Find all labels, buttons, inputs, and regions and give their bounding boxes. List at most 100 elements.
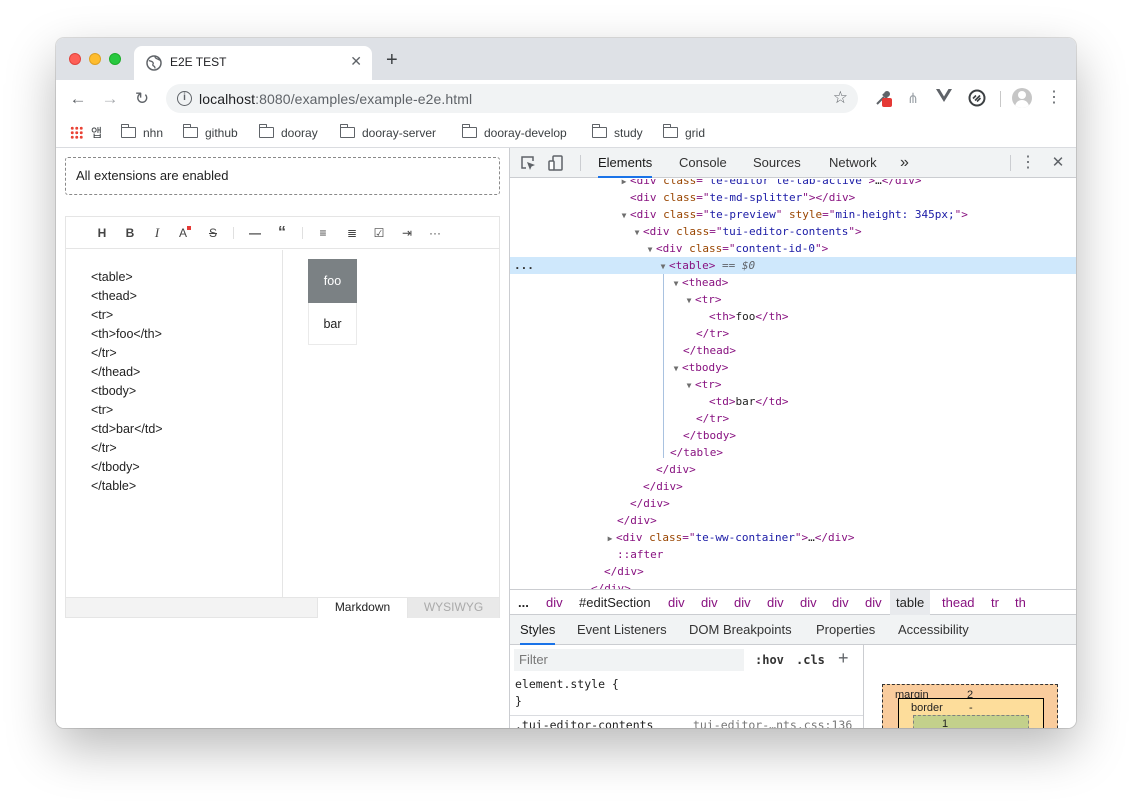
extension-tree-icon[interactable]: ⋔ (904, 89, 922, 107)
dom-node[interactable]: ▶ <div class="te-editor te-tab-active">…<… (510, 179, 1076, 189)
bookmark-grid[interactable]: grid (662, 123, 705, 143)
extension-vue-icon[interactable] (935, 89, 953, 107)
breadcrumb-item-active[interactable]: table (890, 590, 931, 615)
site-info-icon[interactable]: i (177, 91, 192, 106)
bookmark-nhn[interactable]: nhn (120, 123, 163, 143)
bookmark-apps[interactable]: 앱 (70, 123, 102, 143)
wysiwyg-mode-tab[interactable]: WYSIWYG (408, 598, 499, 618)
tab-event-listeners[interactable]: Event Listeners (577, 615, 667, 645)
breadcrumb-item[interactable]: #editSection (579, 590, 651, 615)
dom-node[interactable]: ▼ <thead> (510, 274, 1076, 291)
dom-node[interactable]: </tr> (510, 325, 1076, 342)
bookmark-star-icon[interactable]: ☆ (833, 88, 848, 108)
dom-node[interactable]: ▼ <div class="tui-editor-contents"> (510, 223, 1076, 240)
bullet-list-button[interactable]: ≡ (314, 224, 332, 242)
element-style-selector[interactable]: element.style { (515, 677, 619, 691)
reload-icon[interactable]: ↻ (131, 88, 153, 110)
breadcrumb-item[interactable]: thead (942, 590, 975, 615)
dom-node[interactable]: ▶ <div class="te-ww-container">…</div> (510, 529, 1076, 546)
profile-avatar[interactable] (1012, 88, 1032, 108)
breadcrumb-item[interactable]: div (546, 590, 563, 615)
dom-node[interactable]: ▼ <tr> (510, 376, 1076, 393)
close-devtools-icon[interactable]: ✕ (1050, 155, 1066, 171)
dom-node[interactable]: </div> (510, 580, 1076, 589)
extension-circle-icon[interactable] (968, 89, 986, 107)
dom-node[interactable]: ▼ <tbody> (510, 359, 1076, 376)
hov-toggle[interactable]: :hov (755, 653, 784, 667)
dom-node[interactable]: </div> (510, 461, 1076, 478)
markdown-pane[interactable]: <table> <thead> <tr> <th>foo</th> </tr> … (66, 250, 283, 597)
dom-node[interactable]: ▼ <div class="content-id-0"> (510, 240, 1076, 257)
tab-sources[interactable]: Sources (753, 148, 801, 178)
tab-elements[interactable]: Elements (598, 148, 653, 178)
breadcrumb-item[interactable]: div (701, 590, 718, 615)
italic-button[interactable]: I (148, 224, 166, 242)
extension-dropper-icon[interactable] (874, 89, 892, 107)
breadcrumb-item[interactable]: div (832, 590, 849, 615)
more-tabs-button[interactable]: » (900, 148, 909, 178)
maximize-window-button[interactable] (109, 53, 121, 65)
breadcrumb-ellipsis[interactable]: ... (518, 590, 529, 615)
dom-node[interactable]: </tbody> (510, 427, 1076, 444)
new-tab-button[interactable]: + (386, 50, 398, 70)
bookmark-github[interactable]: github (182, 123, 238, 143)
breadcrumb-item[interactable]: div (668, 590, 685, 615)
task-list-button[interactable]: ☑ (370, 224, 388, 242)
dom-node[interactable]: </div> (510, 563, 1076, 580)
devtools-menu-icon[interactable]: ⋮ (1020, 155, 1036, 171)
padding-top-value[interactable]: 1 (942, 718, 948, 728)
more-button[interactable]: ··· (426, 224, 444, 242)
dom-node[interactable]: <th>foo</th> (510, 308, 1076, 325)
rule-source-link[interactable]: tui-editor-…nts.css:136 (693, 718, 852, 728)
breadcrumb-item[interactable]: div (865, 590, 882, 615)
border-top-value[interactable]: - (969, 702, 973, 714)
inspect-element-icon[interactable] (520, 155, 536, 171)
forward-arrow-icon[interactable]: → (99, 88, 121, 110)
strike-button[interactable]: S (204, 224, 222, 242)
dom-node[interactable]: ▼ <div class="te-preview" style="min-heig… (510, 206, 1076, 223)
dom-node[interactable]: </table> (510, 444, 1076, 461)
bold-button[interactable]: B (121, 224, 139, 242)
styles-filter-input[interactable]: Filter (514, 649, 744, 671)
device-toolbar-icon[interactable] (548, 155, 564, 171)
browser-menu-icon[interactable]: ⋮ (1046, 87, 1062, 109)
tab-console[interactable]: Console (679, 148, 727, 178)
address-bar[interactable]: i localhost:8080/examples/example-e2e.ht… (166, 84, 858, 113)
dom-node[interactable]: ▼ <tr> (510, 291, 1076, 308)
tab-network[interactable]: Network (829, 148, 877, 178)
dom-node[interactable]: <div class="te-md-splitter"></div> (510, 189, 1076, 206)
markdown-mode-tab[interactable]: Markdown (317, 598, 408, 618)
back-arrow-icon[interactable]: ← (67, 88, 89, 110)
tab-styles[interactable]: Styles (520, 615, 556, 645)
dom-node-selected[interactable]: ... ▼ <table> == $0 (510, 257, 1076, 274)
text-color-button[interactable]: A (176, 224, 194, 242)
browser-tab[interactable]: E2E TEST ✕ (134, 46, 372, 80)
heading-button[interactable]: H (93, 224, 111, 242)
bookmark-dooray-server[interactable]: dooray-server (339, 123, 436, 143)
elements-tree[interactable]: ▶ <div class="te-editor te-tab-active">…<… (510, 179, 1076, 589)
dom-node[interactable]: <td>bar</td> (510, 393, 1076, 410)
tab-close-icon[interactable]: ✕ (350, 53, 362, 70)
cls-toggle[interactable]: .cls (796, 653, 825, 667)
ordered-list-button[interactable]: ≣ (343, 224, 361, 242)
breadcrumb-item[interactable]: th (1015, 590, 1026, 615)
tab-dom-breakpoints[interactable]: DOM Breakpoints (689, 615, 792, 645)
tab-accessibility[interactable]: Accessibility (898, 615, 969, 645)
quote-button[interactable]: “ (273, 224, 291, 242)
dom-node[interactable]: ::after (510, 546, 1076, 563)
dom-node[interactable]: </thead> (510, 342, 1076, 359)
new-style-rule-icon[interactable]: + (838, 648, 849, 669)
breadcrumb-item[interactable]: div (767, 590, 784, 615)
dom-node[interactable]: </tr> (510, 410, 1076, 427)
indent-button[interactable]: ⇥ (398, 224, 416, 242)
bookmark-study[interactable]: study (591, 123, 643, 143)
breadcrumb-item[interactable]: div (734, 590, 751, 615)
tab-properties[interactable]: Properties (816, 615, 875, 645)
dom-node[interactable]: </div> (510, 478, 1076, 495)
minimize-window-button[interactable] (89, 53, 101, 65)
rule-selector[interactable]: .tui-editor-contents (515, 718, 653, 728)
bookmark-dooray-develop[interactable]: dooray-develop (461, 123, 567, 143)
breadcrumb-item[interactable]: tr (991, 590, 999, 615)
bookmark-dooray[interactable]: dooray (258, 123, 318, 143)
close-window-button[interactable] (69, 53, 81, 65)
